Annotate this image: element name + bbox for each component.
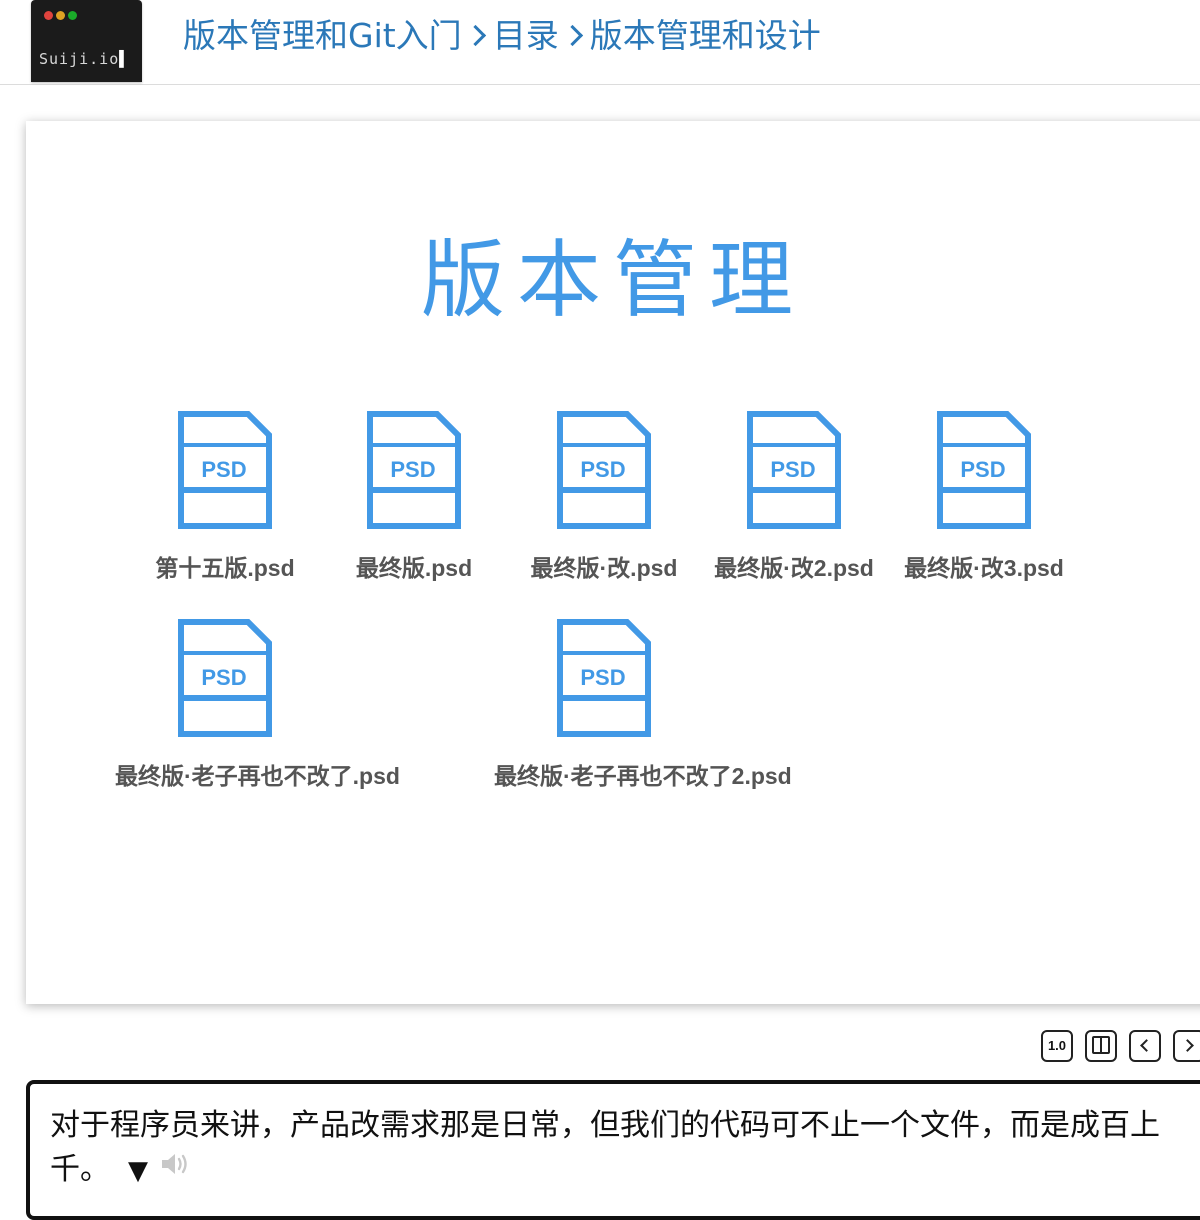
file-item: PSD 最终版·改3.psd xyxy=(874,411,1094,583)
psd-file-icon: PSD xyxy=(557,619,651,737)
chevron-right-icon xyxy=(1181,1038,1194,1052)
file-name: 最终版·老子再也不改了.psd xyxy=(115,763,400,789)
breadcrumb-course[interactable]: 版本管理和Git入门 xyxy=(183,16,462,55)
file-item: PSD 最终版·改2.psd xyxy=(684,411,904,583)
file-name: 最终版·改3.psd xyxy=(904,555,1064,581)
continue-arrow-icon[interactable]: ▼ xyxy=(128,1156,148,1186)
psd-label: PSD xyxy=(580,457,625,482)
psd-label: PSD xyxy=(770,457,815,482)
psd-file-icon: PSD xyxy=(747,411,841,529)
file-name: 第十五版.psd xyxy=(155,555,295,581)
chevron-left-icon xyxy=(1140,1038,1153,1052)
speaker-icon[interactable] xyxy=(160,1146,190,1190)
file-item: PSD 最终版.psd xyxy=(304,411,524,583)
top-bar: Suiji.io▌ 版本管理和Git入门 目录 版本管理和设计 xyxy=(0,0,1200,85)
logo-dot-green xyxy=(68,11,77,20)
speed-button[interactable]: 1.0 xyxy=(1041,1030,1073,1062)
psd-file-icon: PSD xyxy=(367,411,461,529)
narration-text-container: 对于程序员来讲，产品改需求那是日常，但我们的代码可不止一个文件，而是成百上千。 ▼ xyxy=(50,1104,1190,1193)
prev-button[interactable] xyxy=(1129,1030,1161,1062)
slide-title: 版本管理 xyxy=(420,231,805,329)
file-item: PSD 最终版·老子再也不改了2.psd xyxy=(494,619,792,791)
psd-label: PSD xyxy=(201,457,246,482)
psd-label: PSD xyxy=(960,457,1005,482)
file-item: PSD 最终版·改.psd xyxy=(494,411,714,583)
logo-dot-yellow xyxy=(56,11,65,20)
narration-text: 对于程序员来讲，产品改需求那是日常，但我们的代码可不止一个文件，而是成百上千。 xyxy=(50,1108,1160,1187)
breadcrumb-toc[interactable]: 目录 xyxy=(493,16,559,55)
chevron-right-icon xyxy=(561,24,583,47)
psd-label: PSD xyxy=(580,665,625,690)
breadcrumb: 版本管理和Git入门 目录 版本管理和设计 xyxy=(183,14,821,58)
file-name: 最终版·改.psd xyxy=(530,555,678,581)
panel-toggle-icon xyxy=(1092,1036,1110,1055)
psd-label: PSD xyxy=(390,457,435,482)
narration-box: 对于程序员来讲，产品改需求那是日常，但我们的代码可不止一个文件，而是成百上千。 ▼ xyxy=(26,1080,1200,1220)
psd-file-icon: PSD xyxy=(937,411,1031,529)
site-logo[interactable]: Suiji.io▌ xyxy=(31,0,142,82)
window-dots xyxy=(44,5,80,24)
file-name: 最终版·改2.psd xyxy=(714,555,874,581)
logo-text: Suiji.io▌ xyxy=(39,50,130,68)
speed-label: 1.0 xyxy=(1047,1038,1067,1053)
file-item: PSD 第十五版.psd xyxy=(115,411,335,583)
breadcrumb-current: 版本管理和设计 xyxy=(589,16,821,55)
file-name: 最终版·老子再也不改了2.psd xyxy=(494,763,792,789)
lesson-slide: 版本管理 PSD 第十五版.psd PSD 最终版.psd PSD 最终版·改.… xyxy=(26,121,1200,1004)
logo-dot-red xyxy=(44,11,53,20)
psd-label: PSD xyxy=(201,665,246,690)
psd-file-icon: PSD xyxy=(178,411,272,529)
psd-file-icon: PSD xyxy=(178,619,272,737)
file-name: 最终版.psd xyxy=(355,555,473,581)
next-button[interactable] xyxy=(1173,1030,1200,1062)
file-item: PSD 最终版·老子再也不改了.psd xyxy=(115,619,400,791)
panel-toggle-button[interactable] xyxy=(1085,1030,1117,1062)
chevron-right-icon xyxy=(464,24,486,47)
psd-file-icon: PSD xyxy=(557,411,651,529)
